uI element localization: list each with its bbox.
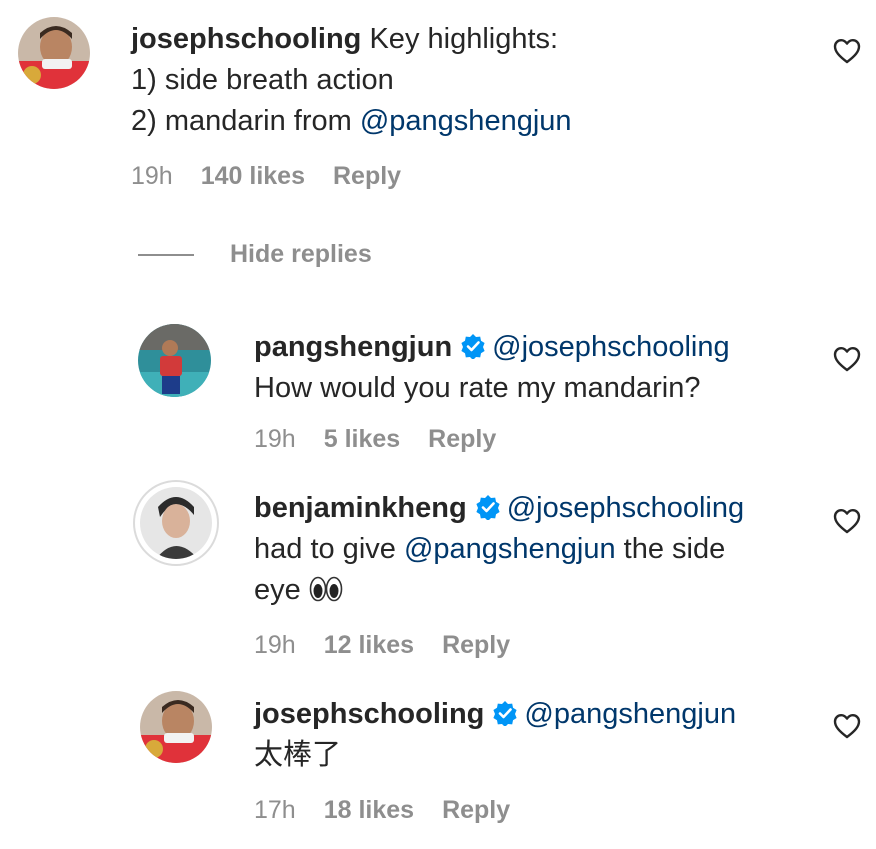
likes-count[interactable]: 140 likes [201, 162, 305, 191]
heart-icon[interactable] [833, 346, 861, 372]
reply-meta: 19h 12 likes Reply [254, 631, 510, 660]
timestamp[interactable]: 19h [131, 162, 173, 191]
comment-text: Key highlights: [369, 23, 559, 55]
timestamp[interactable]: 19h [254, 425, 296, 454]
reply-meta: 19h 5 likes Reply [254, 425, 496, 454]
heart-icon[interactable] [833, 38, 861, 64]
reply-button[interactable]: Reply [442, 796, 510, 825]
username-link[interactable]: josephschooling [254, 698, 484, 730]
reply-text: 太棒了 [254, 739, 342, 771]
mention-link[interactable]: @josephschooling [507, 492, 744, 524]
reply-button[interactable]: Reply [442, 631, 510, 660]
reply-body: pangshengjun @josephschooling How would … [254, 327, 730, 409]
verified-badge-icon [461, 334, 485, 359]
mention-link[interactable]: @josephschooling [492, 331, 729, 363]
person-portrait-avatar-icon [140, 487, 212, 559]
reply-text: had to give [254, 533, 404, 565]
timestamp[interactable]: 17h [254, 796, 296, 825]
heart-icon[interactable] [833, 713, 861, 739]
divider [138, 253, 194, 256]
likes-count[interactable]: 12 likes [324, 631, 414, 660]
avatar[interactable] [140, 487, 212, 559]
timestamp[interactable]: 19h [254, 631, 296, 660]
username-link[interactable]: josephschooling [131, 23, 361, 55]
comment-body: josephschooling Key highlights: 1) side … [131, 19, 572, 142]
swimmer-poolside-avatar-icon [138, 324, 211, 397]
hide-replies-button[interactable]: Hide replies [138, 240, 372, 269]
comment-text: 2) mandarin from [131, 105, 360, 137]
avatar[interactable] [138, 324, 211, 397]
reply-body: josephschooling @pangshengjun 太棒了 [254, 694, 736, 776]
reply-text: the side [615, 533, 726, 565]
reply-text: eye [254, 574, 301, 606]
reply-body: benjaminkheng @josephschooling had to gi… [254, 488, 744, 611]
reply-button[interactable]: Reply [333, 162, 401, 191]
avatar[interactable] [18, 17, 90, 89]
comment-meta: 19h 140 likes Reply [131, 162, 401, 191]
reply-text: How would you rate my mandarin? [254, 372, 701, 404]
swimmer-with-medal-avatar-icon [18, 17, 90, 89]
reply-button[interactable]: Reply [428, 425, 496, 454]
mention-link[interactable]: @pangshengjun [524, 698, 736, 730]
mention-link[interactable]: @pangshengjun [404, 533, 616, 565]
username-link[interactable]: benjaminkheng [254, 492, 467, 524]
verified-badge-icon [476, 495, 500, 520]
avatar[interactable] [140, 691, 212, 763]
reply-meta: 17h 18 likes Reply [254, 796, 510, 825]
mention-link[interactable]: @pangshengjun [360, 105, 572, 137]
likes-count[interactable]: 5 likes [324, 425, 400, 454]
comment-text-line: 1) side breath action [131, 64, 394, 96]
heart-icon[interactable] [833, 508, 861, 534]
username-link[interactable]: pangshengjun [254, 331, 452, 363]
verified-badge-icon [493, 701, 518, 726]
hide-replies-label: Hide replies [230, 240, 372, 268]
swimmer-with-medal-avatar-icon [140, 691, 212, 763]
eyes-emoji-icon [309, 576, 343, 602]
likes-count[interactable]: 18 likes [324, 796, 414, 825]
